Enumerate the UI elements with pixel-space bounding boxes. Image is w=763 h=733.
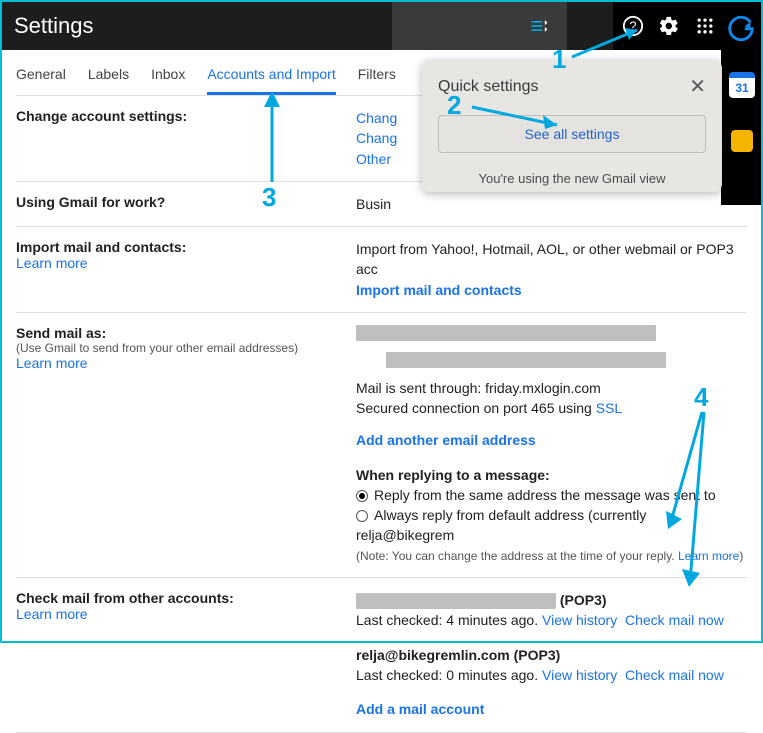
reply-option-2[interactable]: Always reply from default address (curre… bbox=[356, 505, 747, 546]
reply-note-end: ) bbox=[739, 549, 743, 563]
reply-note: (Note: You can change the address at the… bbox=[356, 549, 678, 563]
work-text: Busin bbox=[356, 194, 747, 214]
work-label: Using Gmail for work? bbox=[16, 194, 356, 214]
check-acc1: (POP3) bbox=[356, 590, 747, 610]
tab-general[interactable]: General bbox=[16, 66, 66, 95]
close-icon[interactable]: ✕ bbox=[689, 74, 706, 99]
quick-settings-panel: Quick settings ✕ See all settings You're… bbox=[422, 60, 722, 192]
check-learn-more[interactable]: Learn more bbox=[16, 606, 356, 622]
mail-through: Mail is sent through: friday.mxlogin.com bbox=[356, 378, 747, 398]
filter-icon[interactable] bbox=[521, 8, 557, 44]
acc1-view-history[interactable]: View history bbox=[542, 612, 617, 628]
keep-icon[interactable] bbox=[731, 130, 753, 152]
import-label: Import mail and contacts: bbox=[16, 239, 356, 255]
help-icon[interactable]: ? bbox=[615, 8, 651, 44]
tab-filters[interactable]: Filters bbox=[358, 66, 396, 95]
import-desc: Import from Yahoo!, Hotmail, AOL, or oth… bbox=[356, 239, 747, 280]
see-all-settings-button[interactable]: See all settings bbox=[438, 115, 706, 153]
reply-note-link[interactable]: Learn more bbox=[678, 549, 739, 563]
redacted-address-1 bbox=[356, 325, 656, 341]
add-mail-account[interactable]: Add a mail account bbox=[356, 699, 747, 719]
row-check-mail: Check mail from other accounts: Learn mo… bbox=[16, 577, 747, 732]
tab-inbox[interactable]: Inbox bbox=[151, 66, 185, 95]
top-bar: Settings ? bbox=[2, 2, 761, 50]
svg-text:?: ? bbox=[629, 19, 636, 34]
acc1-check-now[interactable]: Check mail now bbox=[625, 612, 724, 628]
radio-icon bbox=[356, 510, 368, 522]
acc2-view-history[interactable]: View history bbox=[542, 667, 617, 683]
acc2-status: Last checked: 0 minutes ago. bbox=[356, 667, 542, 683]
gear-icon[interactable] bbox=[651, 8, 687, 44]
add-email-link[interactable]: Add another email address bbox=[356, 430, 747, 450]
page-title: Settings bbox=[10, 13, 94, 39]
tab-accounts[interactable]: Accounts and Import bbox=[207, 66, 335, 95]
import-link[interactable]: Import mail and contacts bbox=[356, 280, 747, 300]
grammarly-icon[interactable] bbox=[723, 8, 759, 44]
search-area bbox=[392, 2, 567, 50]
panel-footer: You're using the new Gmail view bbox=[422, 163, 722, 192]
check-label: Check mail from other accounts: bbox=[16, 590, 356, 606]
change-account-label: Change account settings: bbox=[16, 108, 356, 169]
acc1-status: Last checked: 4 minutes ago. bbox=[356, 612, 542, 628]
apps-icon[interactable] bbox=[687, 8, 723, 44]
radio-icon bbox=[356, 490, 368, 502]
header-right-icons: ? bbox=[613, 2, 761, 50]
import-learn-more[interactable]: Learn more bbox=[16, 255, 356, 271]
reply-option-1[interactable]: Reply from the same address the message … bbox=[356, 485, 747, 505]
send-as-sub: (Use Gmail to send from your other email… bbox=[16, 341, 356, 355]
send-as-label: Send mail as: bbox=[16, 325, 356, 341]
panel-title: Quick settings bbox=[438, 78, 538, 96]
check-acc2: relja@bikegremlin.com (POP3) bbox=[356, 645, 747, 665]
ssl-link[interactable]: SSL bbox=[596, 400, 622, 416]
redacted-address-2 bbox=[386, 352, 666, 368]
tab-labels[interactable]: Labels bbox=[88, 66, 129, 95]
acc2-check-now[interactable]: Check mail now bbox=[625, 667, 724, 683]
reply-heading: When replying to a message: bbox=[356, 465, 747, 485]
row-import: Import mail and contacts: Learn more Imp… bbox=[16, 226, 747, 312]
calendar-icon[interactable]: 31 bbox=[729, 72, 755, 98]
row-send-as: Send mail as: (Use Gmail to send from yo… bbox=[16, 312, 747, 577]
send-as-learn-more[interactable]: Learn more bbox=[16, 355, 356, 371]
secured-text: Secured connection on port 465 using bbox=[356, 400, 596, 416]
